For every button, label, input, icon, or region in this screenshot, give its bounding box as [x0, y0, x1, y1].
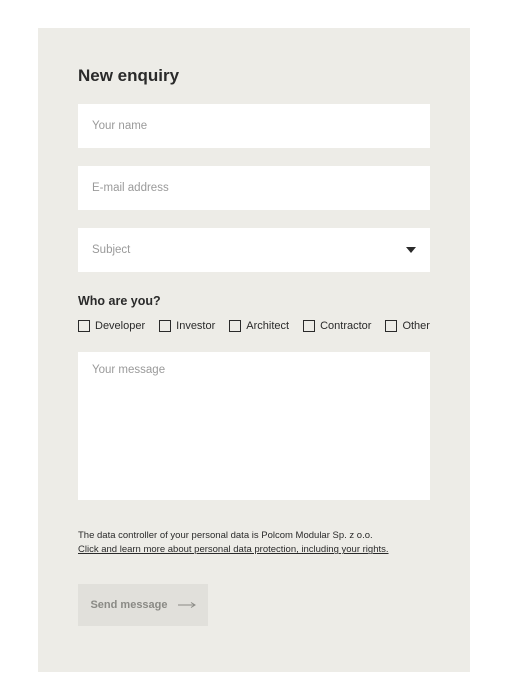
who-heading: Who are you? [78, 294, 430, 308]
option-investor[interactable]: Investor [159, 320, 215, 332]
page-title: New enquiry [78, 66, 430, 86]
arrow-right-icon [178, 602, 196, 608]
option-label: Developer [95, 320, 145, 332]
name-input[interactable] [78, 104, 430, 148]
checkbox-icon[interactable] [385, 320, 397, 332]
option-other[interactable]: Other [385, 320, 430, 332]
subject-input[interactable] [78, 228, 430, 272]
option-architect[interactable]: Architect [229, 320, 289, 332]
option-label: Architect [246, 320, 289, 332]
checkbox-icon[interactable] [78, 320, 90, 332]
option-label: Other [402, 320, 430, 332]
subject-select[interactable] [78, 228, 430, 272]
notice-line1: The data controller of your personal dat… [78, 529, 430, 543]
email-input[interactable] [78, 166, 430, 210]
checkbox-icon[interactable] [229, 320, 241, 332]
message-textarea[interactable] [78, 352, 430, 500]
privacy-link[interactable]: Click and learn more about personal data… [78, 543, 430, 557]
who-options: Developer Investor Architect Contractor … [78, 320, 430, 332]
option-contractor[interactable]: Contractor [303, 320, 371, 332]
privacy-notice: The data controller of your personal dat… [78, 529, 430, 558]
checkbox-icon[interactable] [303, 320, 315, 332]
option-label: Investor [176, 320, 215, 332]
checkbox-icon[interactable] [159, 320, 171, 332]
option-label: Contractor [320, 320, 371, 332]
option-developer[interactable]: Developer [78, 320, 145, 332]
send-label: Send message [90, 599, 167, 611]
send-button[interactable]: Send message [78, 584, 208, 626]
enquiry-panel: New enquiry Who are you? Developer Inves… [38, 28, 470, 672]
